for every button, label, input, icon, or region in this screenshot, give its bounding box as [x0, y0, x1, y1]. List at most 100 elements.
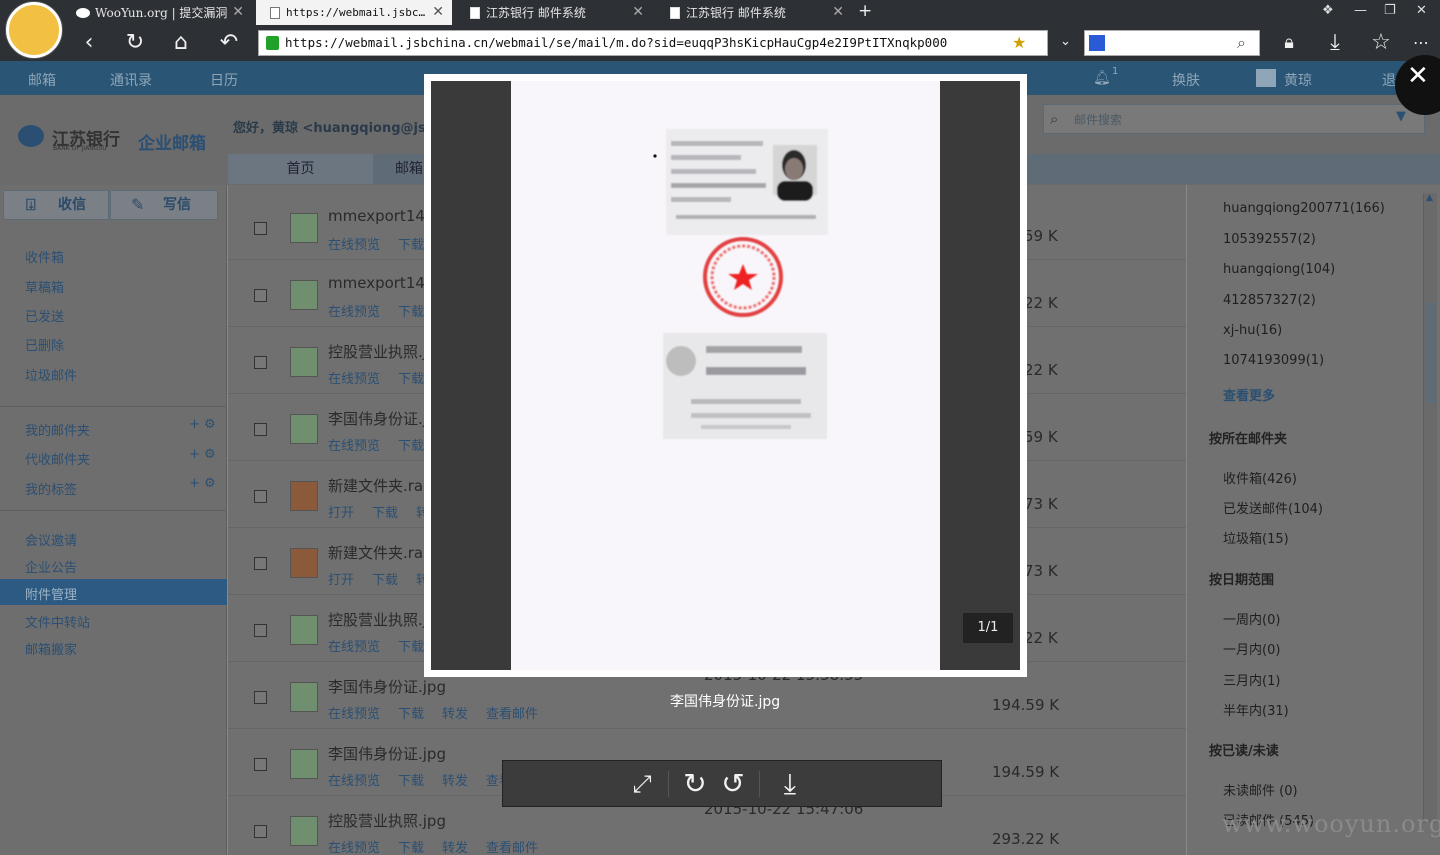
file-action-link[interactable]: 下载	[398, 372, 424, 387]
file-action-link[interactable]: 在线预览	[328, 841, 380, 855]
scroll-up-icon[interactable]: ▲	[1426, 193, 1433, 203]
dropdown-arrow-icon[interactable]: ▼	[1396, 109, 1406, 124]
folder-deleted[interactable]: 已删除	[25, 335, 64, 354]
row-checkbox[interactable]	[254, 825, 267, 838]
file-action-link[interactable]: 下载	[372, 573, 398, 588]
row-checkbox[interactable]	[254, 691, 267, 704]
sender-filter[interactable]: xj-hu(16)	[1223, 323, 1282, 338]
folder-filter[interactable]: 垃圾箱(15)	[1223, 528, 1289, 547]
file-action-link[interactable]: 在线预览	[328, 774, 380, 789]
star-icon[interactable]: ★	[1012, 33, 1026, 52]
row-checkbox[interactable]	[254, 356, 267, 369]
rotate-right-icon[interactable]: ↻	[680, 769, 710, 799]
receive-button[interactable]: ⍗ 收信	[3, 190, 109, 220]
tool-attachments-active[interactable]: 附件管理	[0, 579, 227, 605]
add-tag-icon[interactable]: + ⚙	[189, 476, 216, 491]
bookmark-star-icon[interactable]: ☆	[1368, 30, 1394, 56]
tab-mailbox[interactable]: 邮箱	[395, 154, 423, 184]
address-bar[interactable]: https://webmail.jsbchina.cn/webmail/se/m…	[258, 30, 1048, 56]
tab-home[interactable]: 首页	[228, 154, 373, 184]
nav-calendar[interactable]: 日历	[210, 70, 238, 90]
browser-tab[interactable]: 江苏银行 邮件系统 ✕	[656, 0, 852, 25]
close-icon[interactable]: ✕	[432, 4, 444, 20]
browser-tab-active[interactable]: https://webmail.jsbc… ✕	[256, 0, 452, 25]
file-action-link[interactable]: 下载	[372, 506, 398, 521]
restore-icon[interactable]: ❐	[1384, 3, 1396, 18]
avatar[interactable]	[1256, 69, 1276, 87]
file-action-link[interactable]: 转发	[442, 707, 468, 722]
mail-search-input[interactable]: ⌕ 邮件搜索 ▼	[1043, 104, 1425, 134]
tool-mail-migration[interactable]: 邮箱搬家	[25, 639, 77, 658]
read-filter[interactable]: 未读邮件 (0)	[1223, 780, 1298, 799]
file-action-link[interactable]: 下载	[398, 841, 424, 855]
file-action-link[interactable]: 下载	[398, 774, 424, 789]
sender-filter[interactable]: 1074193099(1)	[1223, 353, 1324, 368]
search-icon[interactable]: ⌕	[1237, 33, 1246, 53]
window-close-icon[interactable]: ✕	[1416, 3, 1427, 18]
tool-file-transfer[interactable]: 文件中转站	[25, 612, 90, 631]
sender-filter[interactable]: huangqiong200771(166)	[1223, 201, 1385, 216]
row-checkbox[interactable]	[254, 289, 267, 302]
row-checkbox[interactable]	[254, 490, 267, 503]
folder-filter[interactable]: 收件箱(426)	[1223, 468, 1297, 487]
file-action-link[interactable]: 下载	[398, 305, 424, 320]
back-icon[interactable]: ‹	[76, 30, 102, 56]
folder-sent[interactable]: 已发送	[25, 306, 64, 325]
close-icon[interactable]: ✕	[232, 4, 244, 20]
reload-icon[interactable]: ↻	[122, 30, 148, 56]
file-action-link[interactable]: 在线预览	[328, 439, 380, 454]
row-checkbox[interactable]	[254, 423, 267, 436]
close-icon[interactable]: ✕	[832, 4, 844, 20]
sender-filter[interactable]: huangqiong(104)	[1223, 262, 1335, 277]
folder-spam[interactable]: 垃圾邮件	[25, 365, 77, 384]
row-checkbox[interactable]	[254, 624, 267, 637]
group-proxy-folders[interactable]: 代收邮件夹	[25, 449, 90, 468]
file-name[interactable]: 新建文件夹.rar	[328, 475, 429, 496]
browser-search-input[interactable]: ⌕	[1084, 30, 1260, 56]
file-name[interactable]: mmexport14	[328, 207, 425, 225]
file-name[interactable]: 李国伟身份证.jpg	[328, 676, 446, 697]
scrollbar-thumb[interactable]	[1426, 303, 1436, 403]
file-name[interactable]: 李国伟身份证.j	[328, 408, 427, 429]
file-action-link[interactable]: 打开	[328, 506, 354, 521]
file-action-link[interactable]: 下载	[398, 640, 424, 655]
shirt-icon[interactable]: ❖	[1322, 3, 1334, 18]
rotate-left-icon[interactable]: ↺	[718, 769, 748, 799]
new-tab-icon[interactable]: +	[858, 1, 872, 21]
file-action-link[interactable]: 在线预览	[328, 238, 380, 253]
scrollbar[interactable]: ▲	[1423, 193, 1437, 823]
file-action-link[interactable]: 在线预览	[328, 707, 380, 722]
compose-button[interactable]: ✎ 写信	[110, 190, 218, 220]
row-checkbox[interactable]	[254, 222, 267, 235]
add-proxy-icon[interactable]: + ⚙	[189, 447, 216, 462]
nav-mail[interactable]: 邮箱	[28, 70, 56, 90]
tool-meetings[interactable]: 会议邀请	[25, 530, 77, 549]
folder-filter[interactable]: 已发送邮件(104)	[1223, 498, 1323, 517]
file-name[interactable]: 李国伟身份证.jpg	[328, 743, 446, 764]
browser-tab[interactable]: WooYun.org | 提交漏洞 ✕	[62, 0, 252, 25]
file-action-link[interactable]: 打开	[328, 573, 354, 588]
file-action-link[interactable]: 转发	[442, 841, 468, 855]
file-name[interactable]: 控股营业执照.j	[328, 609, 427, 630]
home-icon[interactable]: ⌂	[168, 30, 194, 56]
date-filter[interactable]: 半年内(31)	[1223, 700, 1289, 719]
file-action-link[interactable]: 在线预览	[328, 305, 380, 320]
chevron-down-icon[interactable]: ⌄	[1060, 34, 1071, 49]
lock-toolbar-icon[interactable]: 🔒︎	[1276, 30, 1302, 56]
see-more-link[interactable]: 查看更多	[1223, 385, 1275, 404]
file-action-link[interactable]: 下载	[398, 707, 424, 722]
skin-link[interactable]: 换肤	[1172, 70, 1200, 90]
file-name[interactable]: mmexport14	[328, 274, 425, 292]
file-action-link[interactable]: 下载	[398, 238, 424, 253]
date-filter[interactable]: 一周内(0)	[1223, 609, 1280, 628]
browser-logo[interactable]	[6, 2, 62, 58]
add-folder-icon[interactable]: + ⚙	[189, 417, 216, 432]
file-action-link[interactable]: 查看邮件	[486, 841, 538, 855]
nav-contacts[interactable]: 通讯录	[110, 70, 152, 90]
row-checkbox[interactable]	[254, 557, 267, 570]
bell-icon[interactable]: 🔔︎	[1093, 70, 1111, 86]
file-action-link[interactable]: 转发	[442, 774, 468, 789]
browser-tab[interactable]: 江苏银行 邮件系统 ✕	[456, 0, 652, 25]
file-action-link[interactable]: 在线预览	[328, 372, 380, 387]
group-my-folders[interactable]: 我的邮件夹	[25, 420, 90, 439]
